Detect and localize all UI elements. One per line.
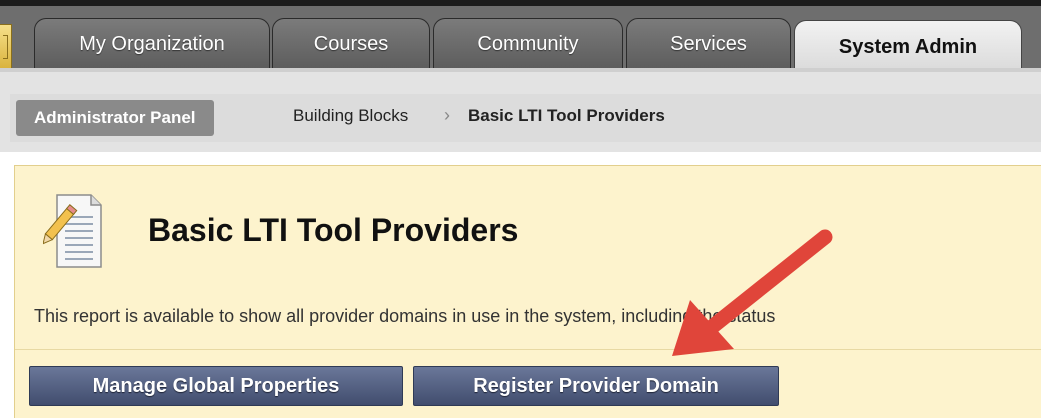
page-description: This report is available to show all pro… xyxy=(34,306,776,326)
tab-services[interactable]: Services xyxy=(626,18,791,70)
document-pencil-icon xyxy=(43,194,102,268)
breadcrumb-administrator-panel[interactable]: Administrator Panel xyxy=(16,100,214,136)
breadcrumb: Administrator Panel Building Blocks › Ba… xyxy=(0,72,1041,152)
main-content-panel: Basic LTI Tool Providers This report is … xyxy=(14,165,1041,418)
tab-scroll-left-icon[interactable] xyxy=(0,24,12,70)
top-tab-bar: My Organization Courses Community Servic… xyxy=(0,0,1041,74)
breadcrumb-separator-icon: › xyxy=(444,105,450,125)
page-title: Basic LTI Tool Providers xyxy=(148,212,519,248)
register-provider-domain-button[interactable]: Register Provider Domain xyxy=(413,366,779,406)
blackboard-admin-window: My Organization Courses Community Servic… xyxy=(0,0,1041,418)
tab-system-admin[interactable]: System Admin xyxy=(794,20,1022,74)
breadcrumb-building-blocks[interactable]: Building Blocks xyxy=(293,106,408,126)
tab-community[interactable]: Community xyxy=(433,18,623,70)
manage-global-properties-button[interactable]: Manage Global Properties xyxy=(29,366,403,406)
breadcrumb-current-page: Basic LTI Tool Providers xyxy=(468,106,665,125)
content-divider xyxy=(15,349,1041,350)
tab-my-organization[interactable]: My Organization xyxy=(34,18,270,70)
tab-courses[interactable]: Courses xyxy=(272,18,430,70)
